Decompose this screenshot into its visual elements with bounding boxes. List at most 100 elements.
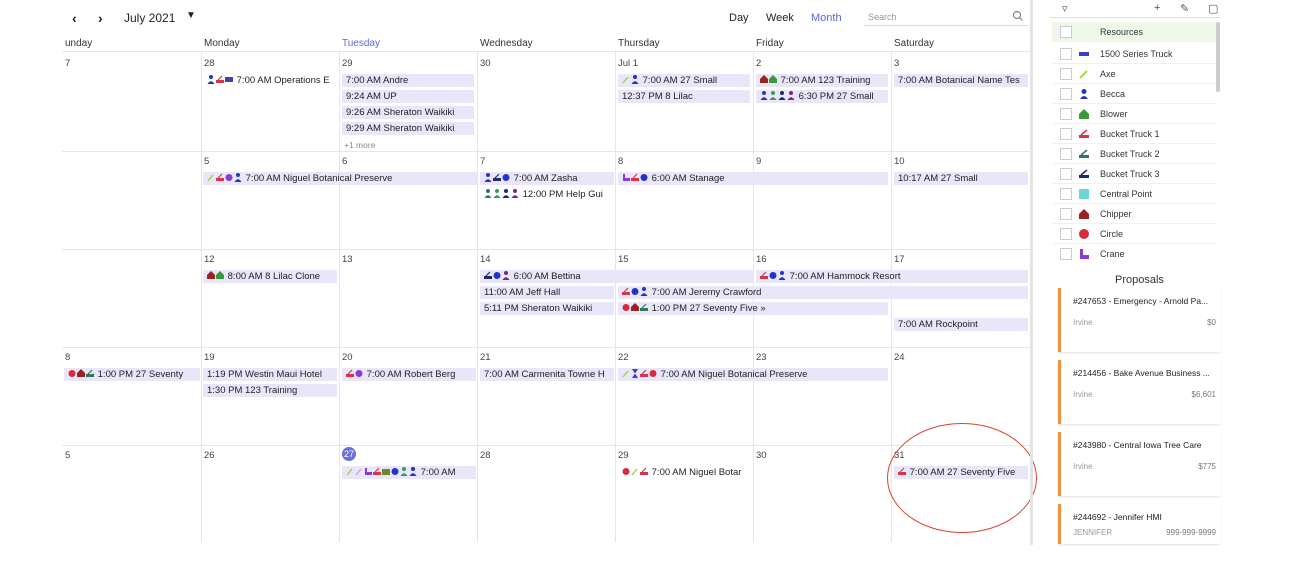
calendar-event[interactable]: 7:00 AM 27 Small xyxy=(618,74,750,87)
calendar-event[interactable]: 7:00 AM Operations E xyxy=(203,74,339,87)
calendar-event[interactable]: 7:00 AM Carmenita Towne H xyxy=(480,368,614,381)
day-number[interactable]: 29 xyxy=(342,58,353,69)
calendar-event[interactable]: 6:00 AM Bettina xyxy=(480,270,754,283)
day-number[interactable]: 7 xyxy=(480,156,485,167)
calendar-event[interactable]: 7:00 AM xyxy=(342,466,476,479)
day-number[interactable]: 24 xyxy=(894,352,905,363)
day-number[interactable]: 17 xyxy=(894,254,905,265)
day-number[interactable]: 10 xyxy=(894,156,905,167)
calendar-event[interactable]: 7:00 AM Botanical Name Tes xyxy=(894,74,1028,87)
resource-checkbox[interactable] xyxy=(1060,148,1072,160)
prev-month-button[interactable]: ‹ xyxy=(72,10,77,26)
day-number[interactable]: 23 xyxy=(756,352,767,363)
day-number[interactable]: 5 xyxy=(65,450,70,461)
edit-icon[interactable]: ✎ xyxy=(1180,2,1189,15)
today-date-badge[interactable]: 27 xyxy=(342,447,356,461)
resource-row[interactable]: Bucket Truck 3 xyxy=(1052,164,1216,184)
calendar-event[interactable]: 7:00 AM Robert Berg xyxy=(342,368,476,381)
calendar-event[interactable]: 9:24 AM UP xyxy=(342,90,474,103)
resource-row[interactable]: Axe xyxy=(1052,64,1216,84)
calendar-event[interactable]: 7:00 AM Jeremy Crawford xyxy=(618,286,1028,299)
calendar-event[interactable]: 7:00 AM Rockpoint xyxy=(894,318,1028,331)
day-number[interactable]: 6 xyxy=(342,156,347,167)
day-number[interactable]: 29 xyxy=(618,450,629,461)
calendar-event[interactable]: 6:00 AM Stanage xyxy=(618,172,888,185)
day-number[interactable]: 9 xyxy=(756,156,761,167)
resource-checkbox[interactable] xyxy=(1060,228,1072,240)
resources-scrollbar[interactable] xyxy=(1216,22,1220,92)
calendar-event[interactable]: 9:29 AM Sheraton Waikiki xyxy=(342,122,474,135)
calendar-event[interactable]: 8:00 AM 8 Lilac Clone xyxy=(203,270,337,283)
resource-checkbox[interactable] xyxy=(1060,188,1072,200)
calendar-event[interactable]: 1:00 PM 27 Seventy Five » xyxy=(618,302,888,315)
day-number[interactable]: 19 xyxy=(204,352,215,363)
delete-icon[interactable]: ▢ xyxy=(1208,2,1218,15)
day-number[interactable]: 21 xyxy=(480,352,491,363)
calendar-event[interactable]: 1:19 PM Westin Maui Hotel xyxy=(203,368,337,381)
calendar-event[interactable]: 7:00 AM 123 Training xyxy=(756,74,888,87)
resource-checkbox[interactable] xyxy=(1060,208,1072,220)
resource-row[interactable]: Central Point xyxy=(1052,184,1216,204)
day-number[interactable]: 8 xyxy=(65,352,70,363)
view-month-button[interactable]: Month xyxy=(811,12,842,24)
resource-row[interactable]: Crane xyxy=(1052,244,1216,262)
calendar-event[interactable]: 7:00 AM Niguel Botanical Preserve xyxy=(203,172,477,185)
resource-checkbox[interactable] xyxy=(1060,168,1072,180)
day-number[interactable]: 28 xyxy=(480,450,491,461)
day-number[interactable]: 28 xyxy=(204,58,215,69)
search-input[interactable] xyxy=(868,10,998,24)
resource-row[interactable]: 1500 Series Truck xyxy=(1052,44,1216,64)
resource-row[interactable]: Becca xyxy=(1052,84,1216,104)
resource-checkbox[interactable] xyxy=(1060,248,1072,260)
proposal-card[interactable]: #244692 - Jennifer HMI JENNIFER 999-999-… xyxy=(1058,504,1220,544)
day-number[interactable]: 13 xyxy=(342,254,353,265)
calendar-event[interactable]: 10:17 AM 27 Small xyxy=(894,172,1028,185)
add-icon[interactable]: + xyxy=(1154,2,1160,14)
resource-checkbox[interactable] xyxy=(1060,48,1072,60)
calendar-event[interactable]: 1:00 PM 27 Seventy xyxy=(64,368,200,381)
calendar-event[interactable]: 5:11 PM Sheraton Waikiki xyxy=(480,302,614,315)
day-number[interactable]: 14 xyxy=(480,254,491,265)
calendar-event[interactable]: 7:00 AM Hammock Resort xyxy=(756,270,1028,283)
proposal-card[interactable]: #247653 - Emergency - Arnold Pa... Irvin… xyxy=(1058,288,1220,352)
proposal-card[interactable]: #243980 - Central Iowa Tree Care Irvine … xyxy=(1058,432,1220,496)
next-month-button[interactable]: › xyxy=(98,10,103,26)
calendar-event[interactable]: 11:00 AM Jeff Hall xyxy=(480,286,614,299)
day-number[interactable]: 2 xyxy=(756,58,761,69)
calendar-event[interactable]: 12:00 PM Help Gui xyxy=(480,188,614,201)
resource-row[interactable]: Blower xyxy=(1052,104,1216,124)
day-number[interactable]: 22 xyxy=(618,352,629,363)
resource-row[interactable]: Circle xyxy=(1052,224,1216,244)
calendar-event[interactable]: 6:30 PM 27 Small xyxy=(756,90,888,103)
view-day-button[interactable]: Day xyxy=(729,12,749,24)
calendar-event[interactable]: 7:00 AM Niguel Botanical Preserve xyxy=(618,368,888,381)
day-number[interactable]: 15 xyxy=(618,254,629,265)
day-number[interactable]: 26 xyxy=(204,450,215,461)
filter-icon[interactable]: ▿ xyxy=(1062,2,1068,15)
calendar-event[interactable]: 7:00 AM Niguel Botar xyxy=(618,466,752,479)
calendar-event[interactable]: 7:00 AM Zasha xyxy=(480,172,614,185)
day-number[interactable]: 3 xyxy=(894,58,899,69)
day-number[interactable]: 20 xyxy=(342,352,353,363)
resource-row[interactable]: Chipper xyxy=(1052,204,1216,224)
day-number[interactable]: 8 xyxy=(618,156,623,167)
proposal-card[interactable]: #214456 - Bake Avenue Business ... Irvin… xyxy=(1058,360,1220,424)
day-number[interactable]: 16 xyxy=(756,254,767,265)
month-picker-caret-icon[interactable]: ▼ xyxy=(186,10,196,21)
view-week-button[interactable]: Week xyxy=(766,12,794,24)
day-number[interactable]: 5 xyxy=(204,156,209,167)
resource-checkbox[interactable] xyxy=(1060,68,1072,80)
calendar-event[interactable]: 9:26 AM Sheraton Waikiki xyxy=(342,106,474,119)
resource-checkbox[interactable] xyxy=(1060,128,1072,140)
day-number[interactable]: 31 xyxy=(894,450,905,461)
calendar-event[interactable]: 7:00 AM 27 Seventy Five xyxy=(894,466,1028,479)
day-number[interactable]: 12 xyxy=(204,254,215,265)
select-all-checkbox[interactable] xyxy=(1060,26,1072,38)
calendar-event[interactable]: 12:37 PM 8 Lilac xyxy=(618,90,750,103)
day-number[interactable]: 30 xyxy=(480,58,491,69)
calendar-event[interactable]: 1:30 PM 123 Training xyxy=(203,384,337,397)
resource-checkbox[interactable] xyxy=(1060,108,1072,120)
calendar-event[interactable]: 7:00 AM Andre xyxy=(342,74,474,87)
day-number[interactable]: 30 xyxy=(756,450,767,461)
resource-row[interactable]: Bucket Truck 2 xyxy=(1052,144,1216,164)
